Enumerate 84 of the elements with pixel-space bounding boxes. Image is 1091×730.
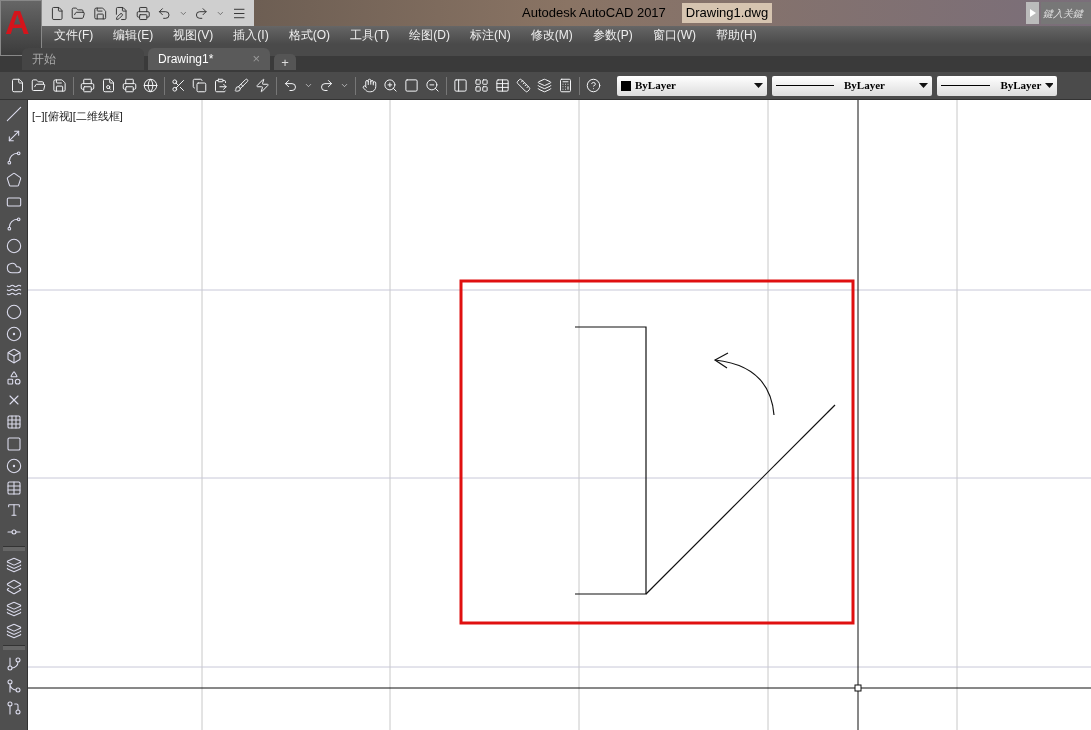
folder-icon[interactable] bbox=[71, 5, 86, 21]
printer-icon[interactable] bbox=[80, 78, 95, 93]
rotation-arrow bbox=[713, 352, 775, 416]
new-file-icon[interactable] bbox=[50, 5, 65, 21]
branch-icon[interactable] bbox=[5, 656, 22, 672]
copy-icon[interactable] bbox=[192, 78, 207, 93]
layers-icon[interactable] bbox=[537, 78, 552, 93]
new-file-icon[interactable] bbox=[10, 78, 25, 93]
menu-item[interactable]: 格式(O) bbox=[288, 29, 330, 41]
caret-icon[interactable] bbox=[340, 81, 349, 90]
caret-icon bbox=[1045, 83, 1053, 88]
globe-icon[interactable] bbox=[143, 78, 158, 93]
hand-icon[interactable] bbox=[362, 78, 377, 93]
wave-icon[interactable] bbox=[5, 282, 22, 298]
play-icon bbox=[1029, 9, 1036, 17]
printer-icon[interactable] bbox=[122, 78, 137, 93]
ruler-icon[interactable] bbox=[516, 78, 531, 93]
caret-icon[interactable] bbox=[304, 81, 313, 90]
cursor-box bbox=[854, 684, 862, 692]
cloud-icon[interactable] bbox=[5, 260, 22, 276]
document-name: Drawing1.dwg bbox=[681, 3, 773, 23]
merge-icon[interactable] bbox=[5, 678, 22, 694]
menu-item[interactable]: 编辑(E) bbox=[113, 29, 154, 41]
save-icon[interactable] bbox=[52, 78, 67, 93]
window-title: Autodesk AutoCAD 2017 bbox=[522, 4, 666, 23]
menu-item[interactable]: 窗口(W) bbox=[652, 29, 696, 41]
layers-icon[interactable] bbox=[5, 579, 22, 595]
grip-handle[interactable] bbox=[2, 546, 25, 551]
block-icon[interactable] bbox=[5, 348, 22, 364]
paste-icon[interactable] bbox=[213, 78, 228, 93]
new-tab-button[interactable]: + bbox=[274, 54, 296, 70]
menu-item[interactable]: 标注(N) bbox=[470, 29, 511, 41]
panel-icon[interactable] bbox=[453, 78, 468, 93]
grip-handle[interactable] bbox=[2, 645, 25, 650]
preview-icon[interactable] bbox=[101, 78, 116, 93]
shapes-icon[interactable] bbox=[5, 370, 22, 386]
line-sample bbox=[776, 85, 834, 86]
arc-icon[interactable] bbox=[5, 216, 22, 232]
color-swatch bbox=[621, 80, 631, 91]
save-icon[interactable] bbox=[92, 5, 108, 21]
layers-icon[interactable] bbox=[5, 623, 22, 639]
line-icon[interactable] bbox=[5, 106, 22, 122]
viewport-label: [−][俯视][二维线框] bbox=[32, 109, 123, 124]
caret-icon bbox=[919, 83, 928, 88]
polyline-icon[interactable] bbox=[5, 150, 22, 166]
calculator-icon[interactable] bbox=[558, 78, 573, 93]
edit-file-icon[interactable] bbox=[114, 5, 129, 21]
property-dropdown[interactable]: ByLayer bbox=[937, 75, 1057, 96]
document-tab[interactable]: Drawing1* × bbox=[148, 48, 270, 70]
document-tab[interactable]: 开始 bbox=[22, 48, 144, 70]
brush-icon[interactable] bbox=[234, 78, 249, 93]
cut-icon[interactable] bbox=[171, 78, 186, 93]
menu-item[interactable]: 帮助(H) bbox=[716, 29, 757, 41]
property-dropdown[interactable]: ByLayer bbox=[772, 75, 932, 96]
layers-icon[interactable] bbox=[5, 557, 22, 573]
menu-item[interactable]: 绘图(D) bbox=[409, 29, 450, 41]
hatch-icon[interactable] bbox=[5, 414, 22, 430]
zoom-out-icon[interactable] bbox=[425, 78, 440, 93]
pentagon-icon[interactable] bbox=[5, 172, 22, 188]
menu-item[interactable]: 修改(M) bbox=[530, 29, 573, 41]
text-icon[interactable] bbox=[5, 502, 22, 518]
redo-icon[interactable] bbox=[319, 78, 334, 93]
table-icon[interactable] bbox=[5, 480, 22, 496]
redo-icon[interactable] bbox=[194, 5, 209, 21]
layers-icon[interactable] bbox=[5, 601, 22, 617]
menu-item[interactable]: 插入(I) bbox=[233, 29, 269, 41]
menu-item[interactable]: 工具(T) bbox=[350, 29, 390, 41]
folder-icon[interactable] bbox=[31, 78, 46, 93]
help-icon[interactable] bbox=[586, 78, 601, 93]
property-dropdown[interactable]: ByLayer bbox=[617, 75, 767, 96]
menu-item[interactable]: 文件(F) bbox=[54, 29, 94, 41]
rectangle-icon[interactable] bbox=[5, 194, 22, 210]
caret-icon bbox=[754, 83, 763, 88]
search-field[interactable]: 鍵入关鍵 bbox=[1041, 2, 1091, 24]
lightning-icon[interactable] bbox=[255, 78, 270, 93]
zoom-icon[interactable] bbox=[383, 78, 398, 93]
menu-item[interactable]: 参数(P) bbox=[592, 29, 633, 41]
grid-icon[interactable] bbox=[474, 78, 489, 93]
undo-icon[interactable] bbox=[283, 78, 298, 93]
line-sample bbox=[941, 85, 991, 86]
undo-icon[interactable] bbox=[157, 5, 172, 21]
circle-icon[interactable] bbox=[5, 238, 22, 254]
printer-icon[interactable] bbox=[135, 5, 151, 21]
menu-item[interactable]: 视图(V) bbox=[173, 29, 214, 41]
